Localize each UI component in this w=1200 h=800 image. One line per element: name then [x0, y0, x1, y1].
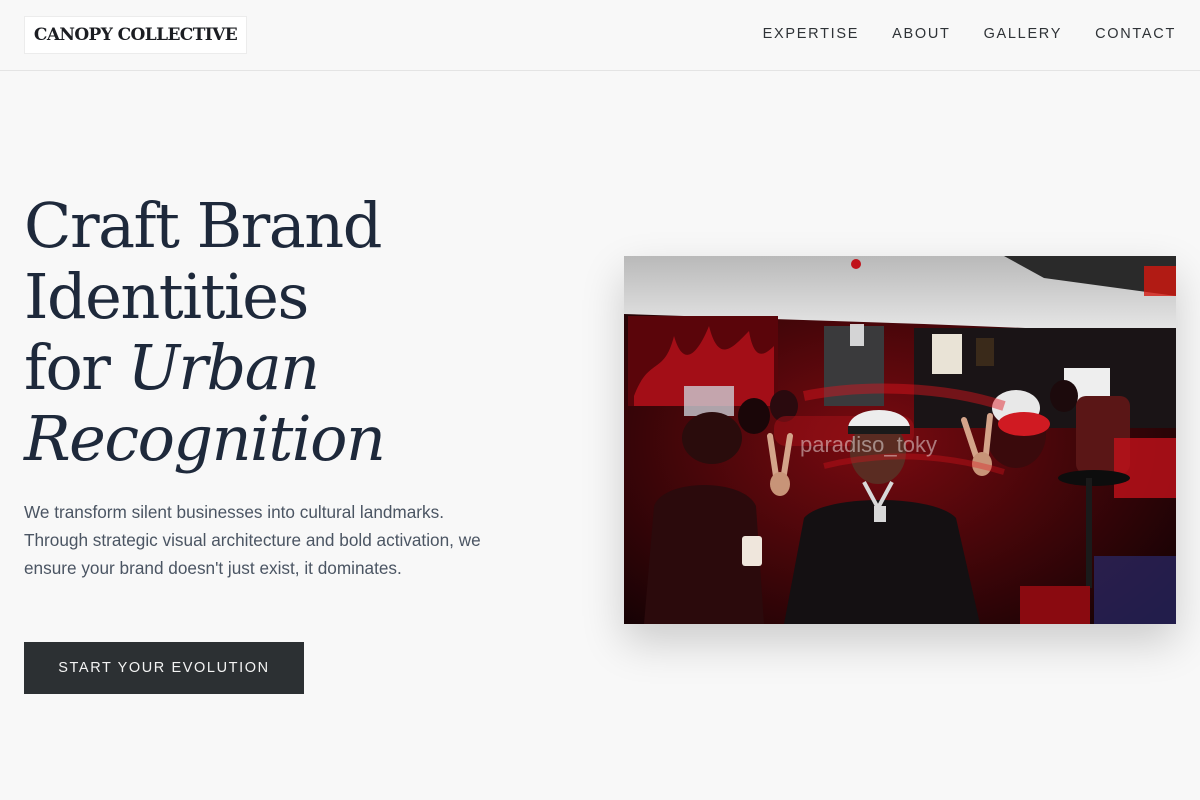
site-header: CANOPY COLLECTIVE EXPERTISE ABOUT GALLER… [0, 0, 1200, 71]
hero-title: Craft Brand Identities for Urban Recogni… [24, 190, 544, 474]
photo-watermark: paradiso_toky [800, 432, 937, 457]
start-evolution-button[interactable]: START YOUR EVOLUTION [24, 642, 304, 694]
event-photo-illustration: paradiso_toky [624, 256, 1176, 624]
brand-logo[interactable]: CANOPY COLLECTIVE [24, 16, 247, 54]
nav-item-contact[interactable]: CONTACT [1095, 24, 1176, 44]
nav-item-expertise[interactable]: EXPERTISE [763, 24, 859, 44]
hero-title-line-2: Identities [24, 260, 309, 333]
main-nav: EXPERTISE ABOUT GALLERY CONTACT [763, 24, 1176, 44]
hero-event-photo: paradiso_toky [624, 256, 1176, 624]
hero-title-emphasis-recognition: Recognition [24, 402, 386, 475]
nav-item-gallery[interactable]: GALLERY [984, 24, 1063, 44]
hero-title-line-3: for Urban [24, 332, 544, 403]
hero-title-emphasis-urban: Urban [127, 331, 320, 404]
nav-item-about[interactable]: ABOUT [892, 24, 950, 44]
hero-title-line-1: Craft Brand [24, 189, 382, 262]
hero-description: We transform silent businesses into cult… [24, 502, 481, 578]
hero-title-prefix: for [24, 331, 128, 404]
